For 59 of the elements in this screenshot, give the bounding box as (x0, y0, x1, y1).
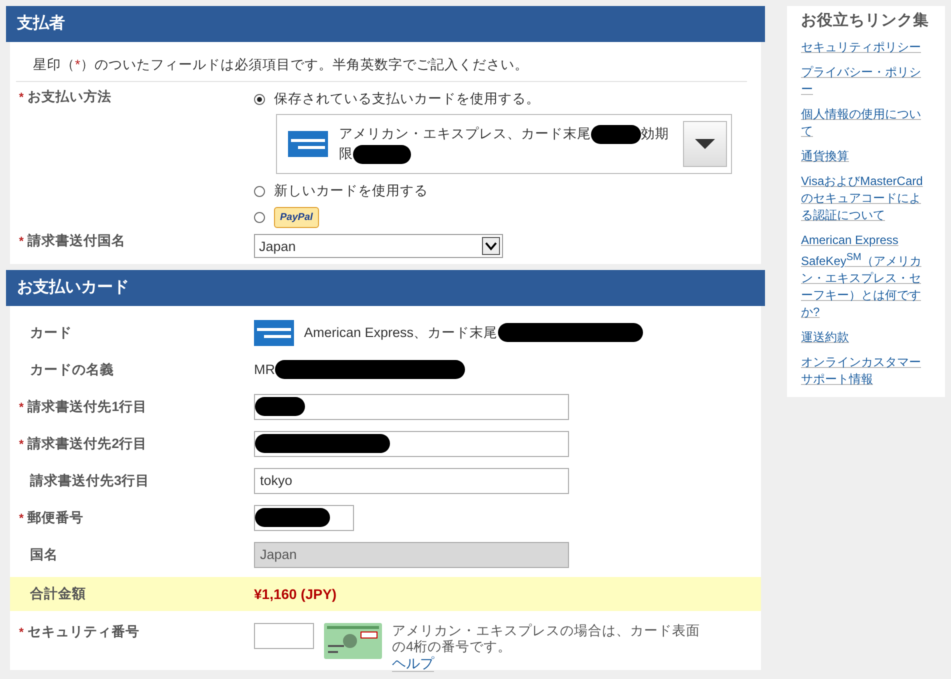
sidebar-link[interactable]: プライバシー・ポリシー (801, 64, 931, 98)
field-label: 郵便番号 (28, 508, 84, 526)
sidebar-link[interactable]: 通貨換算 (801, 148, 931, 165)
total-amount: ¥1,160 (JPY) (254, 586, 336, 602)
required-notice: 星印（*）のついたフィールドは必須項目です。半角英数字でご記入ください。 (16, 48, 747, 82)
radio-button[interactable] (254, 94, 265, 104)
card-logo-icon (254, 320, 294, 346)
saved-card-text: アメリカン・エキスプレス、カード末尾 (339, 126, 591, 142)
field-label: 請求書送付先3行目 (30, 472, 150, 490)
sidebar-link[interactable]: 個人情報の使用について (801, 106, 931, 140)
option-label: 保存されている支払いカードを使用する。 (274, 90, 540, 108)
field-label: 請求書送付先1行目 (28, 398, 148, 416)
radio-button[interactable] (254, 212, 265, 222)
security-code-field[interactable] (254, 623, 314, 649)
card-text: American Express、カード末尾 (304, 324, 498, 342)
required-mark: * (19, 625, 24, 639)
required-mark: * (19, 400, 24, 414)
required-mark: * (19, 90, 24, 104)
saved-card-text: 限 (339, 146, 353, 161)
section-header: 支払者 (6, 6, 765, 42)
field-label: 請求書送付先2行目 (28, 434, 148, 452)
section-header: お支払いカード (6, 270, 765, 306)
required-mark: * (19, 510, 24, 524)
field-label: カードの名義 (30, 360, 114, 378)
sidebar-link[interactable]: 運送約款 (801, 329, 931, 346)
input-field[interactable] (254, 394, 569, 420)
field-label: お支払い方法 (28, 88, 112, 106)
dropdown-arrow-icon (695, 139, 715, 149)
country-select[interactable]: Japan (254, 234, 503, 258)
input-field[interactable] (254, 430, 569, 456)
sidebar-link[interactable]: American Express SafeKey$^{SM}$（アメリカン・エキスプレス・セーフキー）とは何ですか? (801, 232, 931, 321)
card-drawing (324, 623, 382, 659)
required-mark: * (19, 436, 24, 450)
cardholder-name: MR (254, 362, 275, 377)
card-logo-icon (288, 131, 328, 157)
redaction-mark (591, 125, 641, 144)
required-mark: * (19, 234, 24, 248)
sidebar-link[interactable]: VisaおよびMasterCardのセキュアコードによる認証について (801, 173, 931, 224)
input-field[interactable]: tokyo (254, 468, 569, 494)
saved-card-text: 効期 (641, 126, 669, 142)
field-label: 請求書送付国名 (28, 232, 126, 250)
option-label: 新しいカードを使用する (274, 182, 428, 200)
paypal-badge: PayPal (274, 206, 319, 228)
security-hint: アメリカン・エキスプレスの場合は、カード表面の4桁の番号です。 (392, 623, 701, 655)
card-select[interactable]: アメリカン・エキスプレス、カード末尾 効期 限 (276, 114, 732, 174)
redaction-mark (353, 144, 411, 164)
input-field[interactable] (254, 504, 354, 530)
help-link[interactable]: ヘルプ (392, 655, 434, 672)
sidebar-title: お役立ちリンク集 (801, 10, 930, 31)
field-label: カード (30, 324, 72, 342)
sidebar-link[interactable]: セキュリティポリシー (801, 39, 931, 56)
field-label: セキュリティ番号 (28, 623, 140, 641)
radio-button[interactable] (254, 186, 265, 196)
dropdown-button[interactable] (683, 121, 727, 167)
total-label: 合計金額 (30, 585, 86, 603)
input-field[interactable]: Japan (254, 542, 569, 568)
caret-icon (482, 237, 500, 255)
sidebar-link[interactable]: オンラインカスタマーサポート情報 (801, 354, 931, 388)
field-label: 国名 (30, 546, 58, 564)
